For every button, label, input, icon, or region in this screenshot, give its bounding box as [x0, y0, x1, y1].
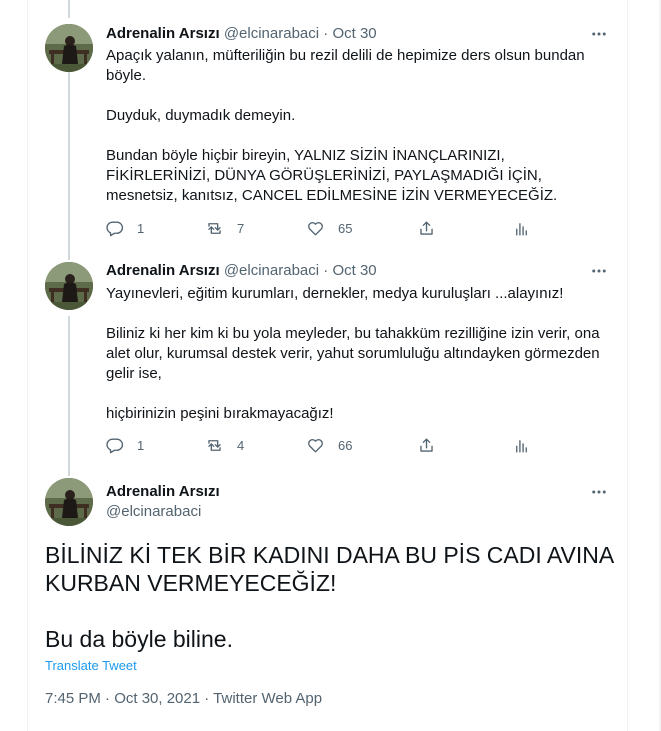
- tweet-paragraph: BİLİNİZ Kİ TEK BİR KADINI DAHA BU PİS CA…: [45, 542, 613, 596]
- more-options-button[interactable]: [589, 482, 609, 502]
- tweet-paragraph: Bu da böyle biline.: [45, 626, 233, 652]
- tweet-timestamp: 7:45 PM · Oct 30, 2021 · Twitter Web App: [45, 689, 322, 709]
- more-horizontal-icon: [592, 490, 606, 494]
- avatar[interactable]: [45, 478, 93, 526]
- author-name[interactable]: Adrenalin Arsızı: [106, 482, 220, 502]
- tweet-time-link[interactable]: 7:45 PM · Oct 30, 2021: [45, 690, 200, 707]
- main-tweet: Adrenalin Arsızı @elcinarabaci BİLİNİZ K…: [28, 0, 627, 731]
- author-handle[interactable]: @elcinarabaci: [106, 502, 201, 522]
- translate-tweet-link[interactable]: Translate Tweet: [45, 658, 137, 673]
- tweet-source-link[interactable]: Twitter Web App: [213, 690, 322, 707]
- timeline-column: Adrenalin Arsızı @elcinarabaci · Oct 30 …: [27, 0, 628, 731]
- timestamp-separator: ·: [200, 690, 214, 707]
- main-tweet-text: BİLİNİZ Kİ TEK BİR KADINI DAHA BU PİS CA…: [45, 541, 615, 653]
